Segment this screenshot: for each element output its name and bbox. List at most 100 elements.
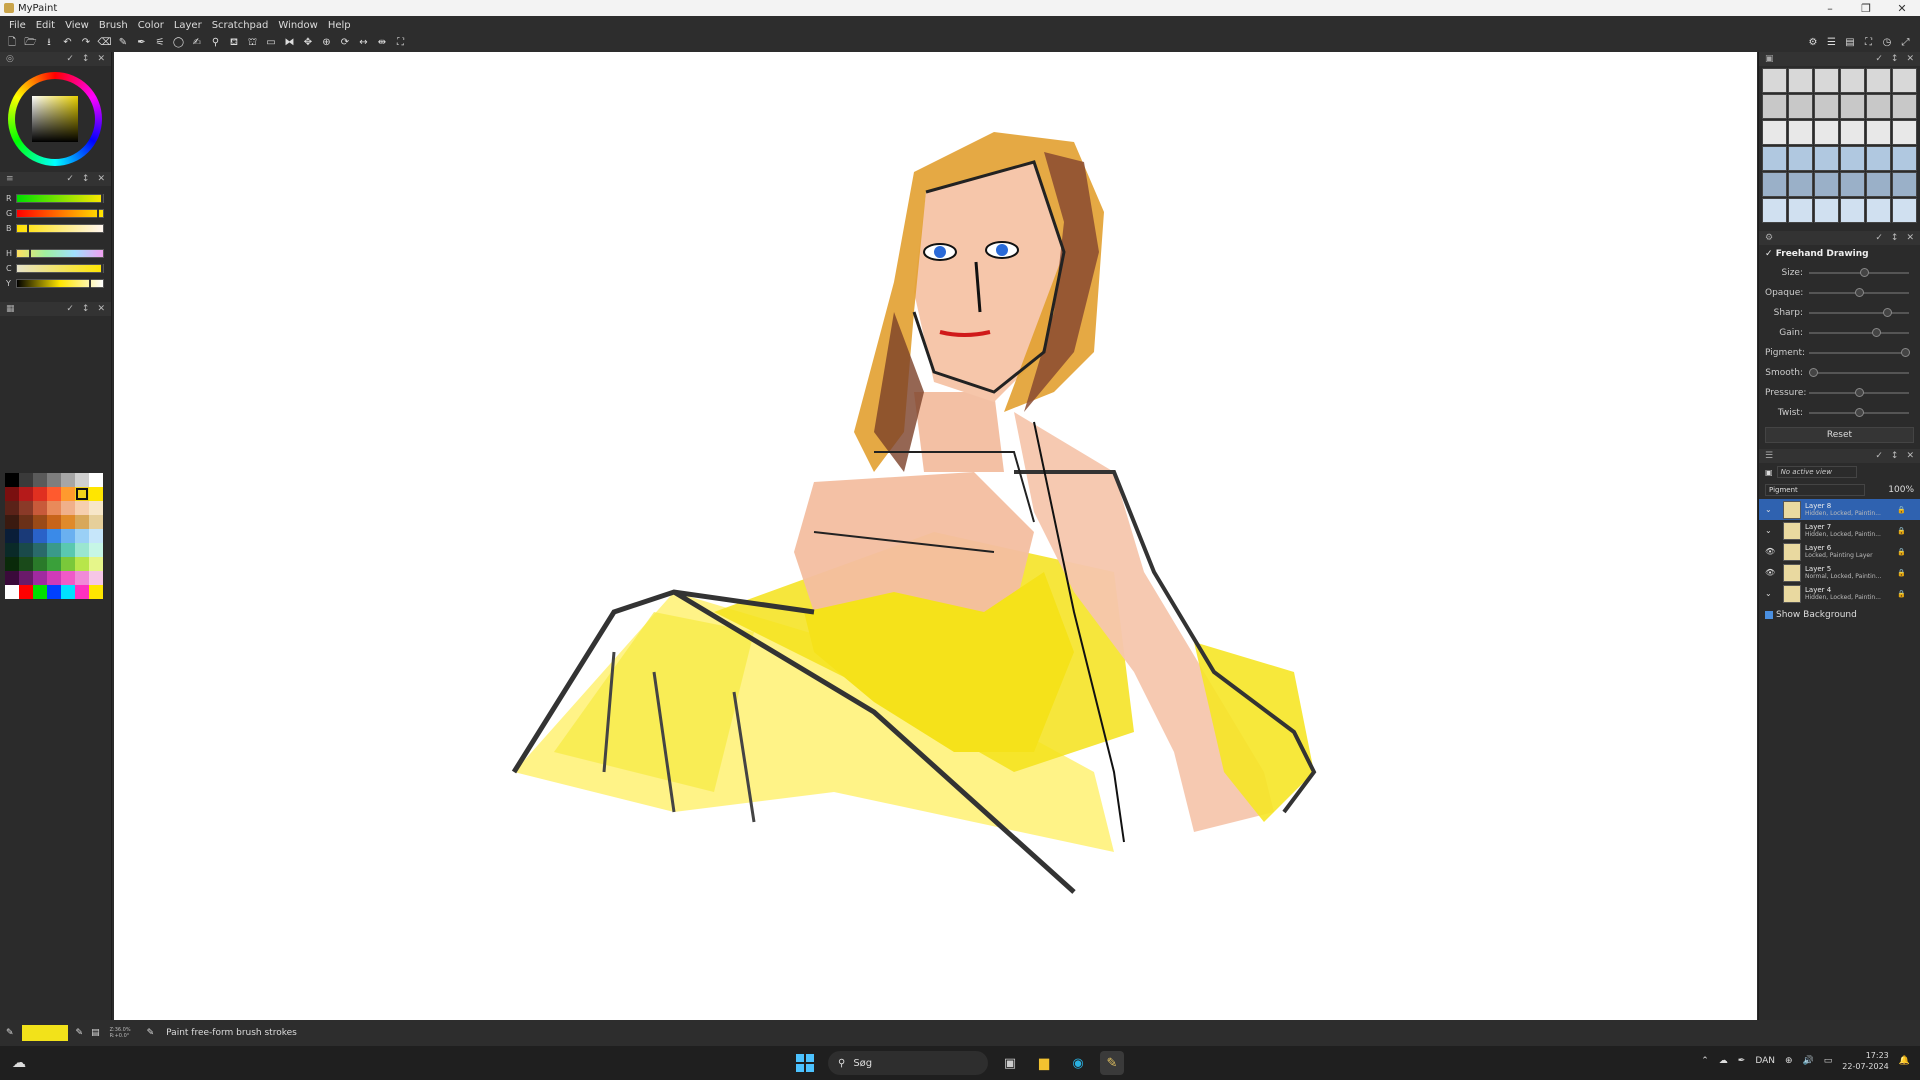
open-icon[interactable]: 🗁 [23, 36, 39, 50]
widgets-icon[interactable]: ☁ [12, 1055, 26, 1071]
panel-options-icon[interactable]: ✓ [1875, 54, 1883, 64]
brush-preset[interactable] [1788, 68, 1813, 93]
brush-preset[interactable] [1814, 120, 1839, 145]
maximize-button[interactable]: ❐ [1848, 2, 1884, 15]
brush-edit-icon[interactable]: ✎ [76, 1028, 84, 1038]
brush-preset[interactable] [1866, 198, 1891, 223]
palette-swatch[interactable] [47, 543, 61, 557]
inking-icon[interactable]: ✒ [134, 36, 150, 50]
brush-settings-tab-icon[interactable]: ⚙ [1765, 233, 1773, 243]
brush-setting-slider[interactable] [1809, 368, 1909, 377]
drawing-canvas[interactable] [114, 52, 1757, 1020]
fill-icon[interactable]: ⛾ [226, 36, 242, 50]
brush-preset[interactable] [1840, 146, 1865, 171]
palette-swatch[interactable] [89, 585, 103, 599]
palette-swatch[interactable] [75, 585, 89, 599]
palette-swatch[interactable] [47, 557, 61, 571]
brush-preset[interactable] [1840, 172, 1865, 197]
start-button[interactable] [796, 1054, 814, 1072]
fullscreen-icon[interactable]: ⛶ [1861, 36, 1877, 50]
current-color-swatch[interactable] [21, 1025, 68, 1041]
brush-preset[interactable] [1892, 198, 1917, 223]
palette-swatch[interactable] [75, 571, 89, 585]
stamp-icon[interactable]: ⛫ [245, 36, 261, 50]
menu-edit[interactable]: Edit [31, 20, 60, 31]
palette-swatch[interactable] [5, 487, 19, 501]
flip-icon[interactable]: ↔ [356, 36, 372, 50]
palette-swatch[interactable] [19, 557, 33, 571]
menu-scratchpad[interactable]: Scratchpad [207, 20, 274, 31]
layers-toggle-icon[interactable]: ▤ [1842, 36, 1858, 50]
brush-preset[interactable] [1788, 146, 1813, 171]
palette-swatch[interactable] [5, 515, 19, 529]
palette-swatch[interactable] [75, 557, 89, 571]
lock-icon[interactable]: 🔒 [1897, 569, 1906, 577]
palette-swatch[interactable] [33, 557, 47, 571]
palette-swatch[interactable] [75, 529, 89, 543]
panel-float-icon[interactable]: ↕ [82, 304, 90, 314]
new-icon[interactable]: 🗋 [4, 36, 20, 50]
brush-preset[interactable] [1814, 68, 1839, 93]
panel-options-icon[interactable]: ✓ [66, 174, 74, 184]
layer-blend-mode-dropdown[interactable]: Pigment [1765, 484, 1865, 496]
brush-preset[interactable] [1762, 198, 1787, 223]
layer-row[interactable]: ⌄ Layer 8 Hidden, Locked, Paintin... 🔒 [1759, 499, 1920, 520]
lock-icon[interactable]: 🔒 [1897, 590, 1906, 598]
brush-preset[interactable] [1762, 94, 1787, 119]
slider-handle[interactable] [1855, 408, 1864, 417]
lock-icon[interactable]: 🔒 [1897, 527, 1906, 535]
palette-swatch[interactable] [89, 515, 103, 529]
brush-preset[interactable] [1866, 146, 1891, 171]
palette-swatch[interactable] [33, 487, 47, 501]
luma-slider[interactable] [16, 278, 104, 288]
layers-tab-icon[interactable]: ☰ [1765, 451, 1773, 461]
menu-view[interactable]: View [60, 20, 94, 31]
rotate-icon[interactable]: ⟳ [337, 36, 353, 50]
ellipse-icon[interactable]: ◯ [171, 36, 187, 50]
menu-file[interactable]: File [4, 20, 31, 31]
panel-options-icon[interactable]: ✓ [66, 54, 74, 64]
save-icon[interactable]: ⭳ [41, 36, 57, 50]
panel-float-icon[interactable]: ↕ [82, 54, 90, 64]
palette-swatch[interactable] [5, 473, 19, 487]
layer-visibility-icon[interactable]: 👁 [1765, 568, 1777, 577]
palette-swatch[interactable] [61, 515, 75, 529]
palette-swatch[interactable] [33, 473, 47, 487]
palette-swatch[interactable] [19, 487, 33, 501]
brush-preset[interactable] [1866, 94, 1891, 119]
frame-icon[interactable]: ▭ [263, 36, 279, 50]
menu-help[interactable]: Help [323, 20, 356, 31]
bezier-icon[interactable]: ✍ [189, 36, 205, 50]
palette-swatch[interactable] [5, 557, 19, 571]
brush-preset[interactable] [1840, 198, 1865, 223]
palette-swatch[interactable] [75, 543, 89, 557]
panel-options-icon[interactable]: ✓ [1875, 233, 1883, 243]
brush-preset[interactable] [1788, 120, 1813, 145]
mirror-icon[interactable]: ⇹ [374, 36, 390, 50]
slider-handle[interactable] [1855, 388, 1864, 397]
slider-handle[interactable] [1855, 288, 1864, 297]
battery-icon[interactable]: ▭ [1824, 1056, 1833, 1066]
palette-swatch[interactable] [61, 557, 75, 571]
slider-handle[interactable] [1859, 268, 1869, 277]
menu-window[interactable]: Window [273, 20, 322, 31]
slider-handle[interactable] [1901, 348, 1910, 357]
palette-swatch[interactable] [61, 487, 75, 501]
edge-browser-icon[interactable]: ◉ [1066, 1051, 1090, 1075]
layer-visibility-icon[interactable]: ⌄ [1765, 589, 1777, 598]
lock-icon[interactable]: 🔒 [1897, 548, 1906, 556]
menu-icon[interactable]: ☰ [1824, 36, 1840, 50]
green-slider[interactable] [16, 208, 104, 218]
brush-preset[interactable] [1892, 146, 1917, 171]
panel-close-icon[interactable]: ✕ [1906, 451, 1914, 461]
brush-preset[interactable] [1840, 68, 1865, 93]
pen-icon[interactable]: ✒ [1738, 1056, 1746, 1066]
brush-preset[interactable] [1840, 94, 1865, 119]
blue-slider[interactable] [16, 223, 104, 233]
freehand-icon[interactable]: ✎ [115, 36, 131, 50]
lasso-icon[interactable]: ⚟ [152, 36, 168, 50]
brush-preset[interactable] [1892, 94, 1917, 119]
palette-swatch[interactable] [61, 543, 75, 557]
palette-swatch[interactable] [89, 473, 103, 487]
brush-preset[interactable] [1788, 198, 1813, 223]
